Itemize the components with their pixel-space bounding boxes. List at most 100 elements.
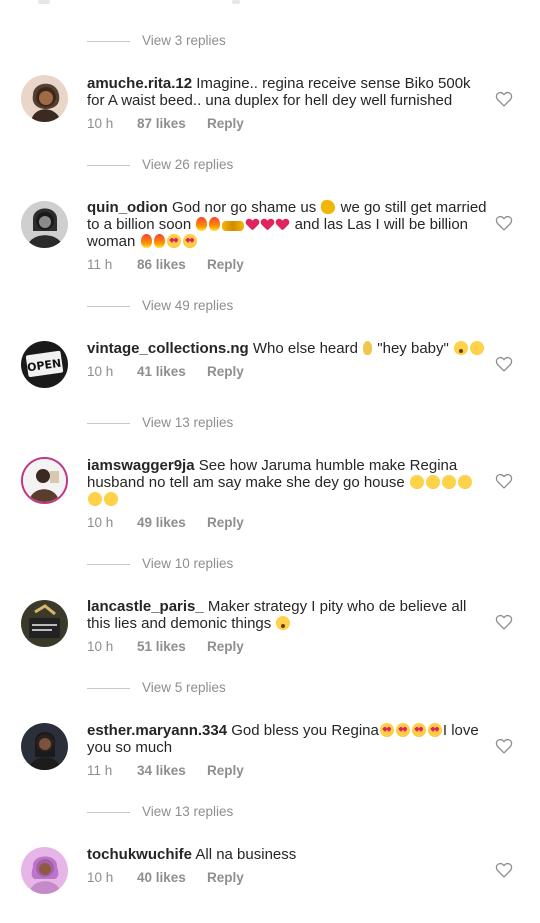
avatar[interactable] — [21, 723, 68, 770]
likes-count[interactable]: 87 likes — [137, 116, 207, 131]
heart-eyes-emoji-icon — [379, 723, 394, 737]
avatar[interactable] — [21, 75, 68, 122]
fire-emoji-icon — [196, 217, 208, 231]
like-heart-icon[interactable] — [495, 91, 513, 107]
view-replies-button[interactable]: View 13 replies — [87, 415, 233, 430]
username[interactable]: tochukwuchife — [87, 846, 192, 863]
laughing-emoji-icon — [457, 475, 472, 489]
heart-eyes-emoji-icon — [166, 234, 181, 248]
username[interactable]: vintage_collections.ng — [87, 340, 249, 357]
timestamp: 11 h — [87, 763, 113, 778]
comment-body: iamswagger9ja See how Jaruma humble make… — [87, 457, 487, 508]
laughing-emoji-icon — [441, 475, 456, 489]
laughing-emoji-icon — [470, 341, 484, 355]
heart-eyes-emoji-icon — [395, 723, 410, 737]
view-replies-button[interactable]: View 26 replies — [87, 157, 233, 172]
timestamp: 10 h — [87, 116, 114, 131]
heart-eyes-emoji-icon — [427, 723, 442, 737]
previous-comment-fragment — [0, 0, 540, 8]
heart-emoji-icon — [261, 219, 274, 231]
laughing-emoji-icon — [409, 475, 424, 489]
like-heart-icon[interactable] — [495, 215, 513, 231]
comment-body: quin_odion God nor go shame us we go sti… — [87, 199, 487, 250]
reply-button[interactable]: Reply — [207, 870, 244, 885]
reply-button[interactable]: Reply — [207, 257, 244, 272]
reply-button[interactable]: Reply — [207, 116, 244, 131]
like-heart-icon[interactable] — [495, 738, 513, 754]
likes-count[interactable]: 40 likes — [137, 870, 207, 885]
likes-count[interactable]: 86 likes — [137, 257, 207, 272]
comment-meta: 10 h 87 likes Reply — [87, 116, 244, 131]
comment-text: God bless you Regina — [231, 722, 379, 739]
avatar[interactable] — [21, 201, 68, 248]
laughing-emoji-icon — [88, 492, 102, 506]
heart-eyes-emoji-icon — [182, 234, 197, 248]
likes-count[interactable]: 41 likes — [137, 364, 207, 379]
avatar[interactable] — [21, 600, 68, 647]
comment-body: vintage_collections.ng Who else heard "h… — [87, 340, 487, 357]
reply-button[interactable]: Reply — [207, 639, 244, 654]
timestamp: 10 h — [87, 515, 114, 530]
clap-emoji-icon — [321, 200, 336, 214]
laughing-emoji-icon — [104, 492, 118, 506]
comment-text: "hey baby" — [377, 340, 449, 357]
heart-eyes-emoji-icon — [411, 723, 426, 737]
username[interactable]: iamswagger9ja — [87, 457, 195, 474]
likes-count[interactable]: 51 likes — [137, 639, 207, 654]
likes-count[interactable]: 34 likes — [137, 763, 207, 778]
replies-divider — [87, 687, 130, 689]
like-heart-icon[interactable] — [495, 356, 513, 372]
replies-divider — [87, 164, 130, 166]
like-heart-icon[interactable] — [495, 614, 513, 630]
fire-emoji-icon — [140, 234, 152, 248]
likes-count[interactable]: 49 likes — [137, 515, 207, 530]
emoji-fragment — [38, 0, 50, 4]
laughing-emoji-icon — [425, 475, 440, 489]
like-heart-icon[interactable] — [495, 862, 513, 878]
view-replies-button[interactable]: View 5 replies — [87, 680, 226, 695]
timestamp: 10 h — [87, 364, 114, 379]
emoji-fragment — [232, 0, 240, 4]
replies-divider — [87, 40, 130, 42]
reply-button[interactable]: Reply — [207, 515, 244, 530]
replies-divider — [87, 563, 130, 565]
view-replies-button[interactable]: View 49 replies — [87, 298, 233, 313]
comment-meta: 10 h 49 likes Reply — [87, 515, 244, 530]
shocked-emoji-icon — [454, 341, 468, 355]
view-replies-button[interactable]: View 13 replies — [87, 804, 233, 819]
avatar[interactable] — [21, 847, 68, 894]
pray-emoji-icon — [222, 221, 245, 231]
comment-text: God nor go shame us — [172, 199, 317, 216]
comment-meta: 10 h 40 likes Reply — [87, 870, 244, 885]
avatar[interactable] — [21, 457, 68, 504]
comment-body: amuche.rita.12 Imagine.. regina receive … — [87, 75, 487, 109]
shocked-emoji-icon — [276, 616, 291, 630]
comment-meta: 11 h 34 likes Reply — [87, 763, 244, 778]
username[interactable]: esther.maryann.334 — [87, 722, 227, 739]
replies-divider — [87, 305, 130, 307]
heart-emoji-icon — [246, 219, 259, 231]
comment-text: Who else heard — [252, 340, 358, 357]
comment-body: lancastle_paris_ Maker strategy I pity w… — [87, 598, 487, 632]
view-replies-button[interactable]: View 10 replies — [87, 556, 233, 571]
fire-emoji-icon — [153, 234, 165, 248]
avatar[interactable]: OPEN — [21, 341, 68, 388]
timestamp: 10 h — [87, 639, 114, 654]
heart-emoji-icon — [276, 219, 289, 231]
comment-meta: 10 h 51 likes Reply — [87, 639, 244, 654]
view-replies-button[interactable]: View 3 replies — [87, 33, 226, 48]
username[interactable]: lancastle_paris_ — [87, 598, 204, 615]
comment-meta: 10 h 41 likes Reply — [87, 364, 244, 379]
reply-button[interactable]: Reply — [207, 364, 244, 379]
reply-button[interactable]: Reply — [207, 763, 244, 778]
comment-body: tochukwuchife All na business — [87, 846, 487, 863]
replies-divider — [87, 811, 130, 813]
like-heart-icon[interactable] — [495, 473, 513, 489]
timestamp: 10 h — [87, 870, 114, 885]
timestamp: 11 h — [87, 257, 113, 272]
username[interactable]: quin_odion — [87, 199, 168, 216]
fire-emoji-icon — [209, 217, 221, 231]
username[interactable]: amuche.rita.12 — [87, 75, 192, 92]
comment-body: esther.maryann.334 God bless you Regina I… — [87, 722, 487, 756]
ear-emoji-icon — [363, 341, 373, 355]
